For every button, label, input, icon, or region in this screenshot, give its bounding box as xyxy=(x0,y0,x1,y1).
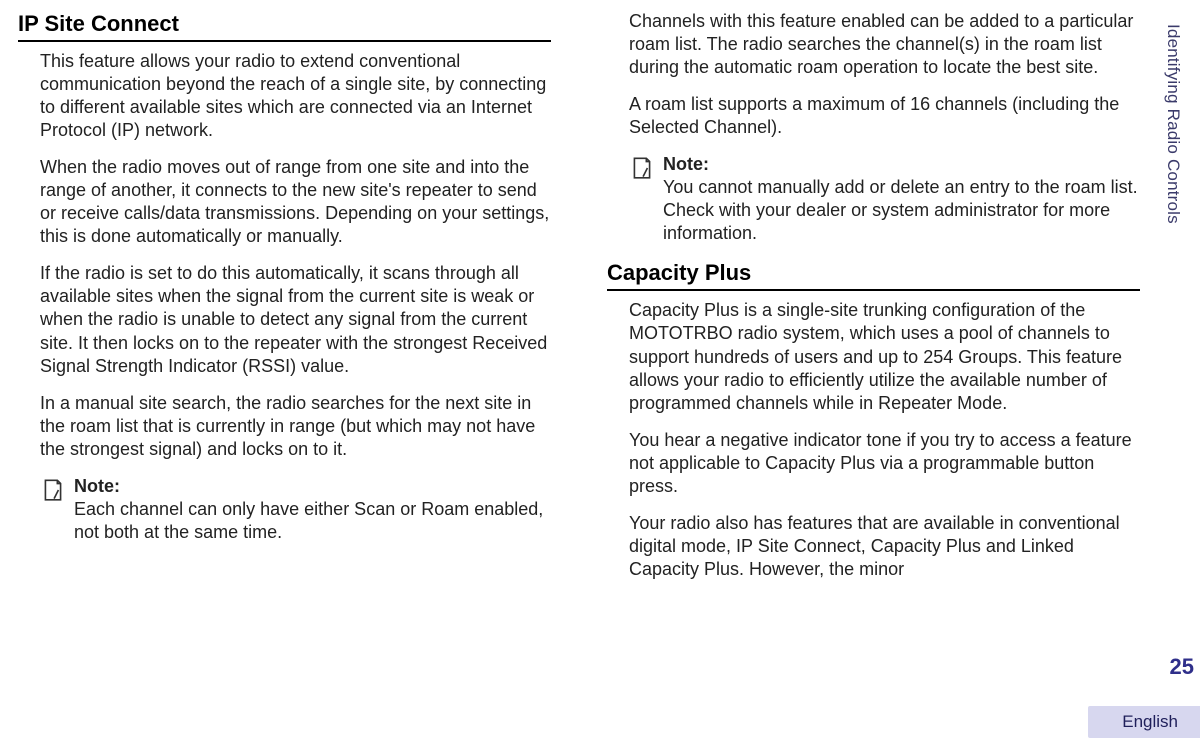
paragraph: If the radio is set to do this automatic… xyxy=(40,262,551,377)
paragraph: A roam list supports a maximum of 16 cha… xyxy=(629,93,1140,139)
paragraph: This feature allows your radio to extend… xyxy=(40,50,551,142)
section-rule xyxy=(18,40,551,42)
note-text: Note: You cannot manually add or delete … xyxy=(663,153,1140,245)
right-column: Channels with this feature enabled can b… xyxy=(579,6,1148,738)
section-rule xyxy=(607,289,1140,291)
paragraph: You hear a negative indicator tone if yo… xyxy=(629,429,1140,498)
note-label: Note: xyxy=(74,475,551,498)
left-body: This feature allows your radio to extend… xyxy=(18,50,551,544)
page-number: 25 xyxy=(1170,654,1194,680)
paragraph: Your radio also has features that are av… xyxy=(629,512,1140,581)
paragraph: When the radio moves out of range from o… xyxy=(40,156,551,248)
note-label: Note: xyxy=(663,153,1140,176)
section-heading-capacity-plus: Capacity Plus xyxy=(607,259,1140,287)
note-text: Note: Each channel can only have either … xyxy=(74,475,551,544)
left-column: IP Site Connect This feature allows your… xyxy=(10,6,579,738)
note-body: Each channel can only have either Scan o… xyxy=(74,499,543,542)
document-page: IP Site Connect This feature allows your… xyxy=(0,0,1200,748)
paragraph: Channels with this feature enabled can b… xyxy=(629,10,1140,79)
paragraph: Capacity Plus is a single-site trunking … xyxy=(629,299,1140,414)
note-icon xyxy=(40,475,74,544)
section-heading-ip-site-connect: IP Site Connect xyxy=(18,10,551,38)
language-tab: English xyxy=(1088,706,1200,738)
note-icon xyxy=(629,153,663,245)
note-block: Note: You cannot manually add or delete … xyxy=(629,153,1140,245)
right-body-bottom: Capacity Plus is a single-site trunking … xyxy=(607,299,1140,580)
note-body: You cannot manually add or delete an ent… xyxy=(663,177,1138,243)
side-rail: Identifying Radio Controls xyxy=(1150,0,1196,748)
note-block: Note: Each channel can only have either … xyxy=(40,475,551,544)
chapter-label: Identifying Radio Controls xyxy=(1163,24,1183,224)
paragraph: In a manual site search, the radio searc… xyxy=(40,392,551,461)
right-body-top: Channels with this feature enabled can b… xyxy=(607,10,1140,245)
